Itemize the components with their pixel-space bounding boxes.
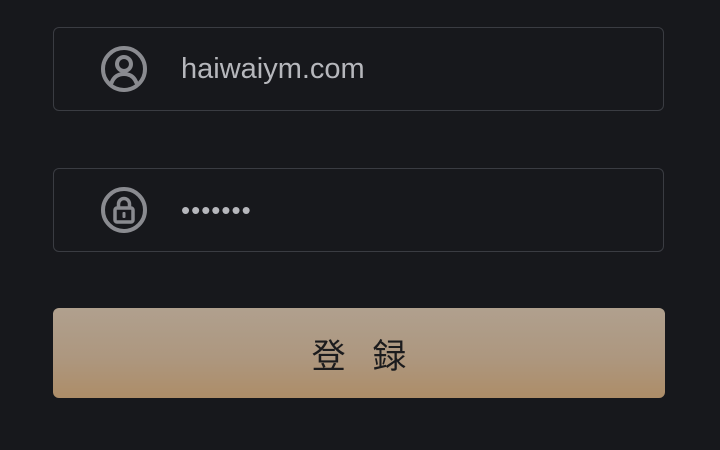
username-input[interactable] [181, 39, 663, 99]
password-input[interactable] [181, 180, 663, 240]
username-field[interactable] [53, 27, 664, 111]
password-field[interactable] [53, 168, 664, 252]
login-form: 登 録 [0, 0, 720, 450]
login-button[interactable]: 登 録 [53, 308, 665, 398]
lock-circle-icon [99, 185, 149, 235]
user-circle-icon [99, 44, 149, 94]
